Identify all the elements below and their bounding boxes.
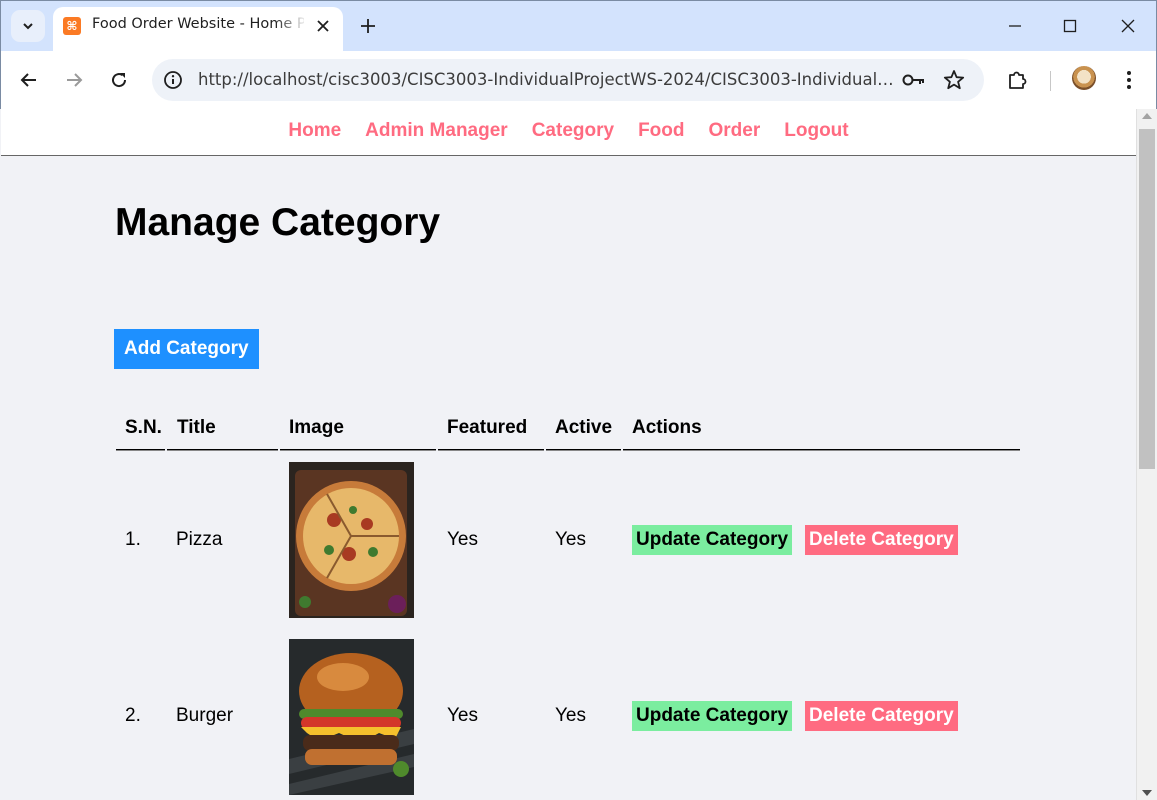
info-circle-icon [164, 71, 182, 89]
toolbar-divider [1050, 71, 1051, 91]
column-header-sn: S.N. [125, 417, 162, 438]
delete-category-button[interactable]: Delete Category [805, 525, 958, 555]
reload-button[interactable] [104, 65, 134, 95]
active-tab[interactable]: ⌘ Food Order Website - Home Page [53, 7, 343, 51]
menu-link-food[interactable]: Food [638, 120, 684, 141]
scroll-thumb[interactable] [1139, 129, 1155, 469]
close-icon [317, 20, 329, 32]
arrow-right-icon [67, 73, 83, 87]
column-header-image: Image [289, 417, 344, 438]
header-underline [438, 449, 544, 451]
menu-link-logout[interactable]: Logout [784, 120, 848, 141]
browser-toolbar: http://localhost/cisc3003/CISC3003-Indiv… [1, 51, 1156, 110]
header-underline [280, 449, 436, 451]
arrow-left-icon [20, 73, 36, 87]
column-header-title: Title [177, 417, 216, 438]
plus-icon [361, 19, 375, 33]
site-menu: Home Admin Manager Category Food Order L… [1, 109, 1136, 156]
header-underline [546, 449, 621, 451]
chevron-down-icon [23, 23, 33, 30]
row-active: Yes [555, 529, 586, 550]
forward-button[interactable] [59, 65, 89, 95]
row-active: Yes [555, 705, 586, 726]
browser-chrome: ⌘ Food Order Website - Home Page [0, 0, 1157, 110]
page-scrollbar[interactable] [1136, 109, 1157, 800]
window-close-button[interactable] [1115, 13, 1141, 39]
page-title: Manage Category [115, 201, 441, 244]
tab-strip: ⌘ Food Order Website - Home Page [1, 1, 1156, 51]
update-category-button[interactable]: Update Category [632, 525, 793, 555]
tab-search-button[interactable] [11, 10, 45, 42]
minimize-icon [1009, 25, 1021, 27]
password-key-button[interactable] [902, 68, 926, 92]
reload-icon [112, 73, 127, 88]
burger-image [289, 639, 414, 795]
url-text: http://localhost/cisc3003/CISC3003-Indiv… [198, 70, 898, 89]
pizza-image [289, 462, 414, 618]
xampp-favicon-icon: ⌘ [63, 17, 81, 35]
column-header-actions: Actions [632, 417, 702, 438]
add-category-button[interactable]: Add Category [114, 329, 259, 369]
row-title: Pizza [176, 529, 223, 550]
row-featured: Yes [447, 705, 478, 726]
close-icon [1121, 19, 1135, 33]
header-underline [167, 449, 278, 451]
row-sn: 2. [125, 705, 141, 726]
update-category-button[interactable]: Update Category [632, 701, 793, 731]
back-button[interactable] [14, 65, 44, 95]
row-sn: 1. [125, 529, 141, 550]
tab-close-button[interactable] [312, 15, 334, 37]
menu-link-home[interactable]: Home [288, 120, 341, 141]
maximize-icon [1063, 19, 1077, 33]
tab-title-fade [275, 13, 307, 39]
star-icon [943, 70, 965, 90]
address-bar[interactable]: http://localhost/cisc3003/CISC3003-Indiv… [152, 59, 984, 101]
new-tab-button[interactable] [355, 13, 381, 39]
puzzle-icon [1009, 71, 1027, 89]
bookmark-star-button[interactable] [942, 68, 966, 92]
key-icon [902, 74, 924, 86]
maximize-button[interactable] [1057, 13, 1083, 39]
scroll-up-arrow-icon[interactable] [1142, 113, 1152, 119]
more-vertical-icon [1127, 71, 1131, 89]
column-header-featured: Featured [447, 417, 528, 438]
site-info-button[interactable] [161, 68, 185, 92]
tab-title: Food Order Website - Home Page [92, 16, 304, 32]
extensions-button[interactable] [1002, 65, 1032, 95]
chrome-menu-button[interactable] [1114, 65, 1144, 95]
menu-link-admin-manager[interactable]: Admin Manager [365, 120, 508, 141]
row-title: Burger [176, 705, 234, 726]
page-viewport: Home Admin Manager Category Food Order L… [1, 109, 1136, 800]
menu-link-category[interactable]: Category [532, 120, 614, 141]
menu-link-order[interactable]: Order [709, 120, 761, 141]
minimize-button[interactable] [1002, 13, 1028, 39]
delete-category-button[interactable]: Delete Category [805, 701, 958, 731]
row-featured: Yes [447, 529, 478, 550]
scroll-down-arrow-icon[interactable] [1142, 790, 1152, 796]
header-underline [623, 449, 1020, 451]
header-underline [116, 449, 165, 451]
column-header-active: Active [555, 417, 613, 438]
profile-avatar[interactable] [1072, 66, 1096, 90]
